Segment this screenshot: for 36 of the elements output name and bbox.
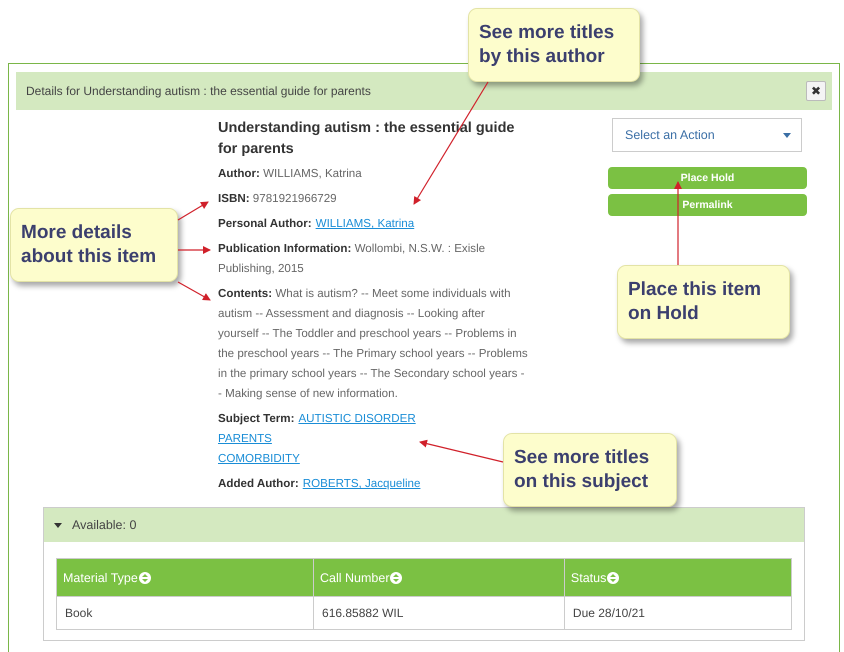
action-button[interactable]: Place Hold bbox=[608, 167, 807, 189]
pointer-arrow bbox=[178, 281, 211, 301]
column-header[interactable]: Status bbox=[564, 558, 792, 596]
callout-note: See more titles on this subject bbox=[503, 433, 677, 507]
pointer-arrow bbox=[178, 246, 211, 254]
sort-icon bbox=[390, 572, 402, 584]
record-field: Author: WILLIAMS, Katrina bbox=[218, 164, 528, 184]
field-link[interactable]: AUTISTIC DISORDER bbox=[298, 409, 416, 429]
field-link[interactable]: WILLIAMS, Katrina bbox=[316, 214, 414, 234]
action-dropdown[interactable]: Select an Action bbox=[612, 118, 802, 152]
record-field: Contents: What is autism? -- Meet some individuals with autism -- Assessment and diagnosis -- Looking after yourself -- The Toddler and preschool years -- Problems in the preschool years -- The Primary school years -- Problems in the primary school years -- The Secondary school years -- Making sense of new information. bbox=[218, 284, 528, 404]
table-cell: Book bbox=[56, 596, 314, 630]
column-header[interactable]: Material Type bbox=[56, 558, 314, 596]
field-label: Personal Author: bbox=[218, 216, 312, 232]
column-header[interactable]: Call Number bbox=[314, 558, 564, 596]
sort-icon bbox=[607, 572, 620, 584]
field-link[interactable]: ROBERTS, Jacqueline bbox=[302, 474, 420, 494]
record-field: Publication Information: Wollombi, N.S.W. : Exisle Publishing, 2015 bbox=[218, 239, 528, 279]
callout-note: More details about this item bbox=[10, 208, 178, 282]
field-link[interactable]: PARENTS bbox=[218, 429, 272, 449]
callout-note: Place this item on Hold bbox=[617, 265, 790, 339]
table-cell: 616.85882 WIL bbox=[314, 596, 564, 630]
pointer-arrow bbox=[178, 201, 209, 221]
caret-icon bbox=[783, 132, 791, 138]
field-label: Subject Term: bbox=[218, 411, 294, 427]
action-button[interactable]: Permalink bbox=[608, 194, 807, 216]
field-label: Added Author: bbox=[218, 476, 299, 492]
availability-label: Available: 0 bbox=[72, 518, 136, 532]
table-cell: Due 28/10/21 bbox=[564, 596, 792, 630]
callout-note: See more titles by this author bbox=[468, 8, 640, 82]
close-button[interactable]: ✖ bbox=[806, 81, 826, 101]
sort-icon bbox=[138, 572, 151, 584]
dialog-title: Details for Understanding autism : the essential guide for parents bbox=[26, 84, 371, 98]
field-link[interactable]: COMORBIDITY bbox=[218, 449, 300, 469]
availability-header[interactable]: Available: 0 bbox=[44, 508, 804, 542]
record-field: ISBN: 9781921966729 bbox=[218, 189, 528, 209]
